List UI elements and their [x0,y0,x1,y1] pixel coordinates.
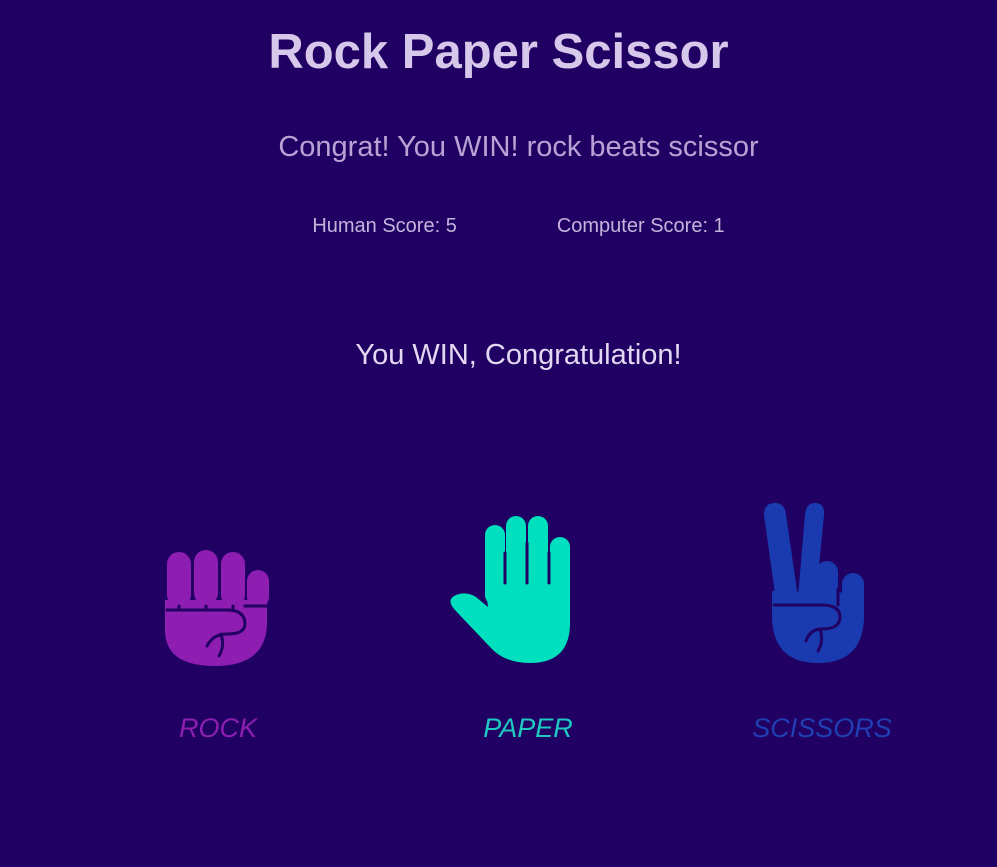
computer-score: Computer Score: 1 [556,215,725,237]
human-score: Human Score: 5 [312,215,457,237]
scissors-label: SCISSORS [752,713,892,743]
open-hand-icon [450,516,570,663]
scissors-button[interactable]: SCISSORS [722,495,922,760]
paper-label: PAPER [483,713,573,743]
fist-icon [165,550,269,666]
rock-button[interactable]: ROCK [118,530,318,760]
final-result-message: You WIN, Congratulation! [355,339,682,371]
rock-label: ROCK [178,713,257,743]
peace-hand-icon [764,503,864,663]
scoreboard: Human Score: 5 Computer Score: 1 [0,214,997,238]
page-title: Rock Paper Scissor [268,25,729,79]
round-result-message: Congrat! You WIN! rock beats scissor [278,131,759,163]
paper-button[interactable]: PAPER [428,500,628,760]
